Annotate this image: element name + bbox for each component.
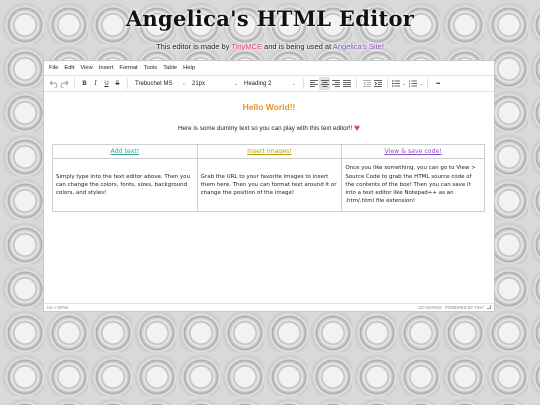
bold-button[interactable]: B bbox=[79, 77, 90, 90]
menu-format[interactable]: Format bbox=[119, 65, 137, 71]
table-cell-view-save-code: Once you like something, you can go to V… bbox=[341, 158, 485, 212]
font-size-value: 21px bbox=[192, 80, 206, 87]
toolbar-divider bbox=[356, 78, 357, 89]
font-family-select[interactable]: Trebuchet MS ⌄ bbox=[132, 81, 189, 87]
chevron-down-icon: ⌄ bbox=[181, 80, 186, 87]
numbered-list-icon[interactable]: ⌄ bbox=[409, 77, 423, 90]
angelicas-site-link[interactable]: Angelica's Site! bbox=[333, 42, 384, 51]
editor-content[interactable]: Hello World!! Here is some dummy text so… bbox=[44, 94, 494, 304]
chevron-down-icon: ⌄ bbox=[402, 80, 407, 87]
editor-statusbar: H2 » SPAN 110 WORDS POWERED BY TINY bbox=[44, 303, 494, 311]
table-header-insert-images: Insert images! bbox=[196, 144, 343, 159]
menu-file[interactable]: File bbox=[49, 65, 58, 71]
toolbar-divider bbox=[427, 78, 429, 89]
resize-handle-icon[interactable] bbox=[487, 305, 491, 309]
view-save-code-link[interactable]: View & save code! bbox=[385, 148, 442, 155]
statusbar-right: 110 WORDS POWERED BY TINY bbox=[418, 305, 491, 310]
italic-button[interactable]: I bbox=[90, 77, 101, 90]
subtitle-text-2: and is being used at bbox=[261, 42, 333, 51]
bold-icon: B bbox=[82, 80, 87, 87]
block-format-select[interactable]: Heading 2 ⌄ bbox=[241, 81, 299, 87]
powered-by-link[interactable]: POWERED BY TINY bbox=[445, 305, 484, 310]
toolbar-divider bbox=[127, 78, 128, 89]
add-text-link[interactable]: Add text! bbox=[111, 148, 140, 155]
table-row: Simply type into the text editor above. … bbox=[52, 158, 485, 212]
chevron-down-icon: ⌄ bbox=[291, 80, 296, 87]
align-center-icon[interactable] bbox=[319, 77, 330, 90]
redo-icon[interactable] bbox=[59, 77, 70, 90]
indent-icon[interactable] bbox=[372, 77, 383, 90]
outdent-icon[interactable] bbox=[361, 77, 372, 90]
menu-view[interactable]: View bbox=[80, 65, 92, 71]
align-justify-icon[interactable] bbox=[341, 77, 352, 90]
font-family-value: Trebuchet MS bbox=[135, 80, 173, 87]
heart-icon: ♥ bbox=[354, 123, 360, 134]
menu-edit[interactable]: Edit bbox=[64, 65, 74, 71]
insert-images-link[interactable]: Insert images! bbox=[247, 148, 292, 155]
rich-text-editor: File Edit View Insert Format Tools Table… bbox=[43, 60, 495, 312]
toolbar-divider bbox=[387, 78, 388, 89]
align-left-icon[interactable] bbox=[308, 77, 319, 90]
menu-table[interactable]: Table bbox=[163, 65, 177, 71]
subtitle-text-1: This editor is made by bbox=[156, 42, 232, 51]
strikethrough-icon: S bbox=[115, 80, 120, 87]
table-cell-insert-images: Grab the URL to your favorite images to … bbox=[196, 158, 343, 212]
font-size-select[interactable]: 21px ⌄ bbox=[189, 81, 241, 87]
align-right-icon[interactable] bbox=[330, 77, 341, 90]
editor-menubar: File Edit View Insert Format Tools Table… bbox=[44, 61, 494, 75]
dummy-text-body: Here is some dummy text so you can play … bbox=[178, 125, 353, 132]
info-table: Add text! Insert images! View & save cod… bbox=[52, 144, 485, 212]
table-header-add-text: Add text! bbox=[52, 144, 198, 159]
underline-button[interactable]: U bbox=[101, 77, 112, 90]
element-path[interactable]: H2 » SPAN bbox=[47, 305, 68, 310]
table-cell-add-text: Simply type into the text editor above. … bbox=[52, 158, 198, 212]
menu-tools[interactable]: Tools bbox=[144, 65, 158, 71]
underline-icon: U bbox=[104, 80, 109, 87]
chevron-down-icon: ⌄ bbox=[233, 80, 238, 87]
page-subtitle: This editor is made by TinyMCE and is be… bbox=[0, 42, 540, 51]
bullet-list-icon[interactable]: ⌄ bbox=[392, 77, 406, 90]
strikethrough-button[interactable]: S bbox=[112, 77, 123, 90]
hello-heading: Hello World!! bbox=[242, 102, 296, 112]
chevron-down-icon: ⌄ bbox=[419, 80, 424, 87]
table-row: Add text! Insert images! View & save cod… bbox=[52, 144, 485, 159]
menu-insert[interactable]: Insert bbox=[99, 65, 114, 71]
block-format-value: Heading 2 bbox=[244, 80, 272, 87]
undo-icon[interactable] bbox=[48, 77, 59, 90]
word-count: 110 WORDS bbox=[417, 305, 442, 310]
italic-icon: I bbox=[94, 80, 97, 87]
table-header-view-save-code: View & save code! bbox=[341, 144, 485, 159]
tinymce-link[interactable]: TinyMCE bbox=[231, 42, 262, 51]
more-icon[interactable]: ••• bbox=[432, 77, 443, 90]
editor-toolbar: B I U S Trebuchet MS ⌄ 21px ⌄ Heading 2 ⌄ bbox=[44, 75, 494, 92]
toolbar-divider bbox=[303, 78, 304, 89]
toolbar-divider bbox=[74, 78, 75, 89]
menu-help[interactable]: Help bbox=[183, 65, 195, 71]
page-title: Angelica's HTML Editor bbox=[125, 6, 415, 31]
dummy-text: Here is some dummy text so you can play … bbox=[44, 123, 494, 134]
